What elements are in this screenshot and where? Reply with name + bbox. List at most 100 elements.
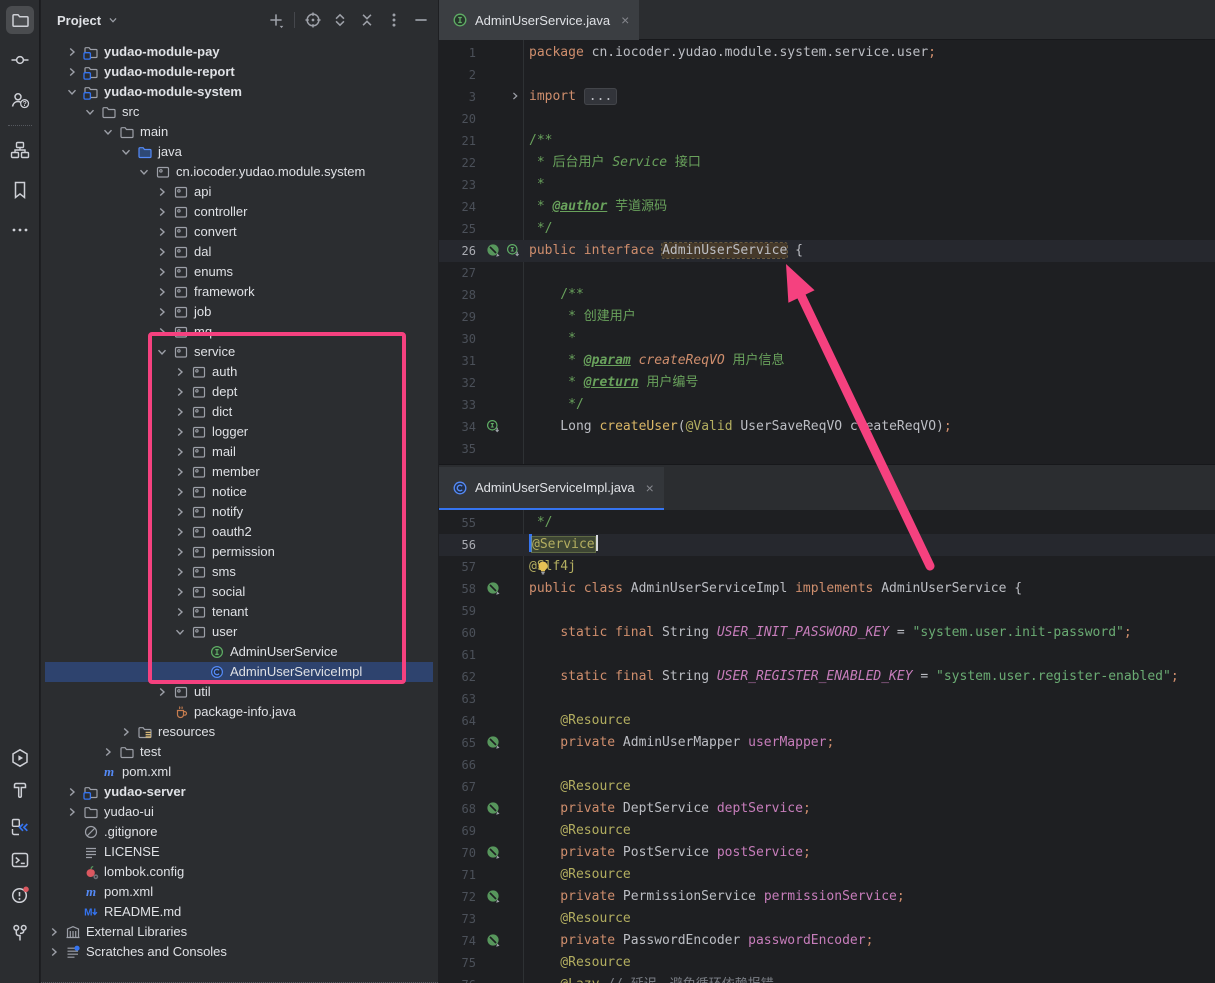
tree-item-readme-md[interactable]: MREADME.md [45, 902, 433, 922]
tree-item-framework[interactable]: framework [45, 282, 433, 302]
chevron-right-icon[interactable] [172, 504, 188, 520]
tree-item-dept[interactable]: dept [45, 382, 433, 402]
line-number[interactable]: 70 [439, 842, 476, 864]
tree-item-pom-xml[interactable]: mpom.xml [45, 762, 433, 782]
line-number[interactable]: 24 [439, 196, 476, 218]
tree-item-yudao-module-system[interactable]: yudao-module-system [45, 82, 433, 102]
chevron-right-icon[interactable] [172, 564, 188, 580]
chevron-right-icon[interactable] [64, 64, 80, 80]
add-button[interactable] [267, 11, 285, 29]
chevron-right-icon[interactable] [154, 184, 170, 200]
tree-item-mail[interactable]: mail [45, 442, 433, 462]
tree-item-controller[interactable]: controller [45, 202, 433, 222]
chevron-right-icon[interactable] [172, 384, 188, 400]
line-number[interactable]: 21 [439, 130, 476, 152]
tree-item-job[interactable]: job [45, 302, 433, 322]
tree-item-license[interactable]: LICENSE [45, 842, 433, 862]
tree-item-dal[interactable]: dal [45, 242, 433, 262]
tree-item-adminuserserviceimpl[interactable]: AdminUserServiceImpl [45, 662, 433, 682]
run-button[interactable] [6, 744, 34, 772]
chevron-right-icon[interactable] [172, 464, 188, 480]
options-button[interactable] [385, 11, 403, 29]
project-folder-button[interactable] [6, 6, 34, 34]
chevron-right-icon[interactable] [154, 264, 170, 280]
chevron-right-icon[interactable] [100, 744, 116, 760]
chevron-right-icon[interactable] [172, 404, 188, 420]
tree-item-src[interactable]: src [45, 102, 433, 122]
structure-button[interactable] [6, 136, 34, 164]
chevron-right-icon[interactable] [154, 304, 170, 320]
line-number[interactable]: 25 [439, 218, 476, 240]
line-number[interactable]: 3 [439, 86, 476, 108]
chevron-right-icon[interactable] [172, 524, 188, 540]
tree-item-oauth2[interactable]: oauth2 [45, 522, 433, 542]
close-tab-icon[interactable]: × [621, 12, 629, 28]
line-number[interactable]: 35 [439, 438, 476, 460]
tree-item-package-info-java[interactable]: package-info.java [45, 702, 433, 722]
tree-item-service[interactable]: service [45, 342, 433, 362]
chevron-down-icon[interactable] [100, 124, 116, 140]
line-number[interactable]: 65 [439, 732, 476, 754]
tree-item-java[interactable]: java [45, 142, 433, 162]
chevron-down-icon[interactable] [118, 144, 134, 160]
chevron-right-icon[interactable] [172, 444, 188, 460]
tree-item-lombok-config[interactable]: lombok.config [45, 862, 433, 882]
line-number[interactable]: 57 [439, 556, 476, 578]
folded-imports[interactable]: ... [584, 88, 617, 105]
tree-item-permission[interactable]: permission [45, 542, 433, 562]
line-number[interactable]: 23 [439, 174, 476, 196]
fold-chevron-icon[interactable] [508, 89, 522, 103]
impl-gutter-icon[interactable] [486, 933, 501, 948]
locate-button[interactable] [304, 11, 322, 29]
tree-item-cn-iocoder-yudao-module-system[interactable]: cn.iocoder.yudao.module.system [45, 162, 433, 182]
collapse-all-button[interactable] [358, 11, 376, 29]
tree-item-convert[interactable]: convert [45, 222, 433, 242]
line-number[interactable]: 55 [439, 512, 476, 534]
line-number[interactable]: 22 [439, 152, 476, 174]
line-number[interactable]: 33 [439, 394, 476, 416]
chevron-right-icon[interactable] [46, 924, 62, 940]
chevron-right-icon[interactable] [172, 604, 188, 620]
chevron-right-icon[interactable] [172, 584, 188, 600]
tree-item-test[interactable]: test [45, 742, 433, 762]
tree-item-enums[interactable]: enums [45, 262, 433, 282]
chevron-right-icon[interactable] [64, 44, 80, 60]
chevron-right-icon[interactable] [172, 484, 188, 500]
line-number[interactable]: 73 [439, 908, 476, 930]
more-tools-button[interactable] [6, 216, 34, 244]
line-number[interactable]: 30 [439, 328, 476, 350]
line-number[interactable]: 66 [439, 754, 476, 776]
tree-item-social[interactable]: social [45, 582, 433, 602]
tree-item-notice[interactable]: notice [45, 482, 433, 502]
chevron-right-icon[interactable] [154, 684, 170, 700]
line-number[interactable]: 32 [439, 372, 476, 394]
impl-gutter-icon[interactable] [486, 845, 501, 860]
code-editor-bottom[interactable]: 55 */56@Service57@Slf4j58public class Ad… [439, 510, 1215, 983]
line-number[interactable]: 67 [439, 776, 476, 798]
tree-item-adminuserservice[interactable]: AdminUserService [45, 642, 433, 662]
tree-item-yudao-ui[interactable]: yudao-ui [45, 802, 433, 822]
impl-gutter-icon[interactable] [486, 581, 501, 596]
chevron-right-icon[interactable] [154, 284, 170, 300]
problems-button[interactable] [6, 881, 34, 909]
tab-adminuserserviceimpl-java[interactable]: AdminUserServiceImpl.java × [439, 467, 664, 511]
impl-gutter-icon[interactable] [486, 889, 501, 904]
tree-item-mq[interactable]: mq [45, 322, 433, 342]
expand-all-button[interactable] [331, 11, 349, 29]
line-number[interactable]: 58 [439, 578, 476, 600]
tree-item-scratches-and-consoles[interactable]: Scratches and Consoles [45, 942, 433, 962]
version-control-button[interactable] [6, 919, 34, 947]
line-number[interactable]: 20 [439, 108, 476, 130]
line-number[interactable]: 1 [439, 42, 476, 64]
impl-gutter-icon[interactable] [486, 735, 501, 750]
chevron-down-icon[interactable] [154, 344, 170, 360]
hide-button[interactable] [412, 11, 430, 29]
tree-item-sms[interactable]: sms [45, 562, 433, 582]
line-number[interactable]: 74 [439, 930, 476, 952]
tree-item-pom-xml[interactable]: mpom.xml [45, 882, 433, 902]
line-number[interactable]: 29 [439, 306, 476, 328]
line-number[interactable]: 72 [439, 886, 476, 908]
chevron-right-icon[interactable] [64, 804, 80, 820]
line-number[interactable]: 62 [439, 666, 476, 688]
intention-bulb-icon[interactable] [535, 559, 551, 575]
